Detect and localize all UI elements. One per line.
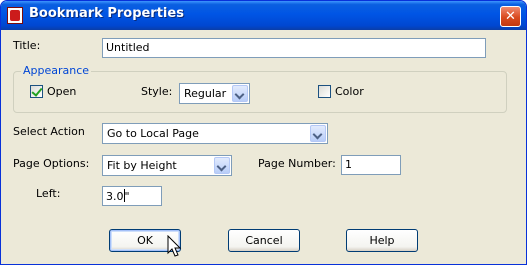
chevron-down-icon[interactable] (214, 157, 230, 174)
page-number-label: Page Number: (258, 157, 336, 170)
style-label: Style: (141, 85, 173, 98)
appearance-group (13, 71, 507, 113)
color-label: Color (335, 85, 364, 98)
open-label: Open (47, 85, 77, 98)
select-action-dropdown[interactable]: Go to Local Page (102, 123, 328, 144)
title-input[interactable]: Untitled (102, 38, 486, 58)
app-icon (7, 7, 23, 24)
cancel-button[interactable]: Cancel (228, 229, 300, 252)
page-options-label: Page Options: (13, 157, 90, 170)
select-action-value: Go to Local Page (107, 127, 199, 140)
page-options-value: Fit by Height (107, 159, 177, 172)
close-icon[interactable]: ✕ (500, 6, 521, 27)
appearance-legend: Appearance (21, 64, 92, 77)
open-checkbox[interactable] (30, 85, 43, 98)
window-title: Bookmark Properties (29, 6, 184, 21)
color-checkbox[interactable] (318, 85, 331, 98)
select-action-label: Select Action (13, 125, 85, 138)
style-select[interactable]: Regular (179, 83, 250, 104)
page-options-dropdown[interactable]: Fit by Height (102, 155, 232, 176)
left-label: Left: (36, 187, 61, 200)
help-button[interactable]: Help (346, 229, 418, 252)
text-caret (123, 189, 125, 202)
bookmark-properties-dialog: Bookmark Properties ✕ Title: Untitled Ap… (0, 0, 527, 265)
page-number-input[interactable]: 1 (341, 155, 401, 175)
chevron-down-icon[interactable] (310, 125, 326, 142)
chevron-down-icon[interactable] (232, 85, 248, 102)
left-input[interactable]: 3.0" (102, 186, 162, 206)
title-bar[interactable]: Bookmark Properties ✕ (1, 1, 526, 30)
left-input-value: 3.0" (106, 189, 130, 203)
mouse-pointer-icon (167, 235, 182, 257)
checkmark-icon (31, 85, 43, 97)
title-label: Title: (13, 39, 41, 52)
style-select-value: Regular (184, 87, 227, 100)
